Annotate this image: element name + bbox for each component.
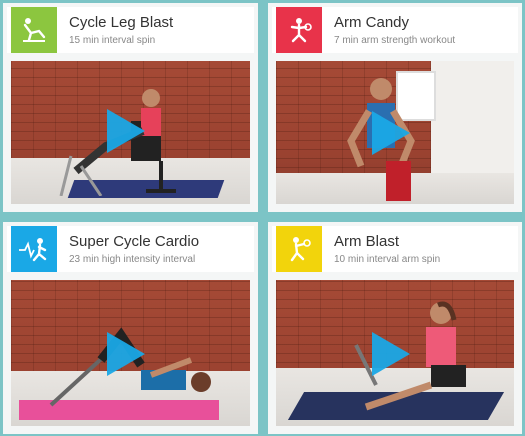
card-header: Super Cycle Cardio 23 min high intensity…	[7, 226, 254, 272]
card-subtitle: 15 min interval spin	[69, 35, 156, 46]
video-thumbnail[interactable]	[276, 61, 514, 204]
video-thumbnail[interactable]	[276, 280, 514, 426]
arm-blast-icon	[276, 226, 322, 272]
workout-card[interactable]: Arm Blast 10 min interval arm spin	[268, 222, 522, 434]
card-header: Arm Candy 7 min arm strength workout	[272, 7, 518, 53]
workout-card[interactable]: Super Cycle Cardio 23 min high intensity…	[3, 222, 258, 434]
card-subtitle: 7 min arm strength workout	[334, 35, 456, 46]
arm-cycle-icon	[276, 7, 322, 53]
card-subtitle: 23 min high intensity interval	[69, 254, 196, 265]
card-title[interactable]: Cycle Leg Blast	[69, 14, 173, 31]
play-icon[interactable]	[107, 332, 145, 376]
card-header: Arm Blast 10 min interval arm spin	[272, 226, 518, 272]
play-icon[interactable]	[372, 111, 410, 155]
card-header: Cycle Leg Blast 15 min interval spin	[7, 7, 254, 53]
workout-card[interactable]: Arm Candy 7 min arm strength workout	[268, 3, 522, 212]
cyclist-icon	[11, 7, 57, 53]
play-icon[interactable]	[372, 332, 410, 376]
video-thumbnail[interactable]	[11, 61, 250, 204]
card-title[interactable]: Super Cycle Cardio	[69, 233, 199, 250]
card-title[interactable]: Arm Blast	[334, 233, 399, 250]
card-subtitle: 10 min interval arm spin	[334, 254, 441, 265]
cardio-icon	[11, 226, 57, 272]
play-icon[interactable]	[107, 109, 145, 153]
workout-card[interactable]: Cycle Leg Blast 15 min interval spin	[3, 3, 258, 212]
card-title[interactable]: Arm Candy	[334, 14, 409, 31]
video-thumbnail[interactable]	[11, 280, 250, 426]
